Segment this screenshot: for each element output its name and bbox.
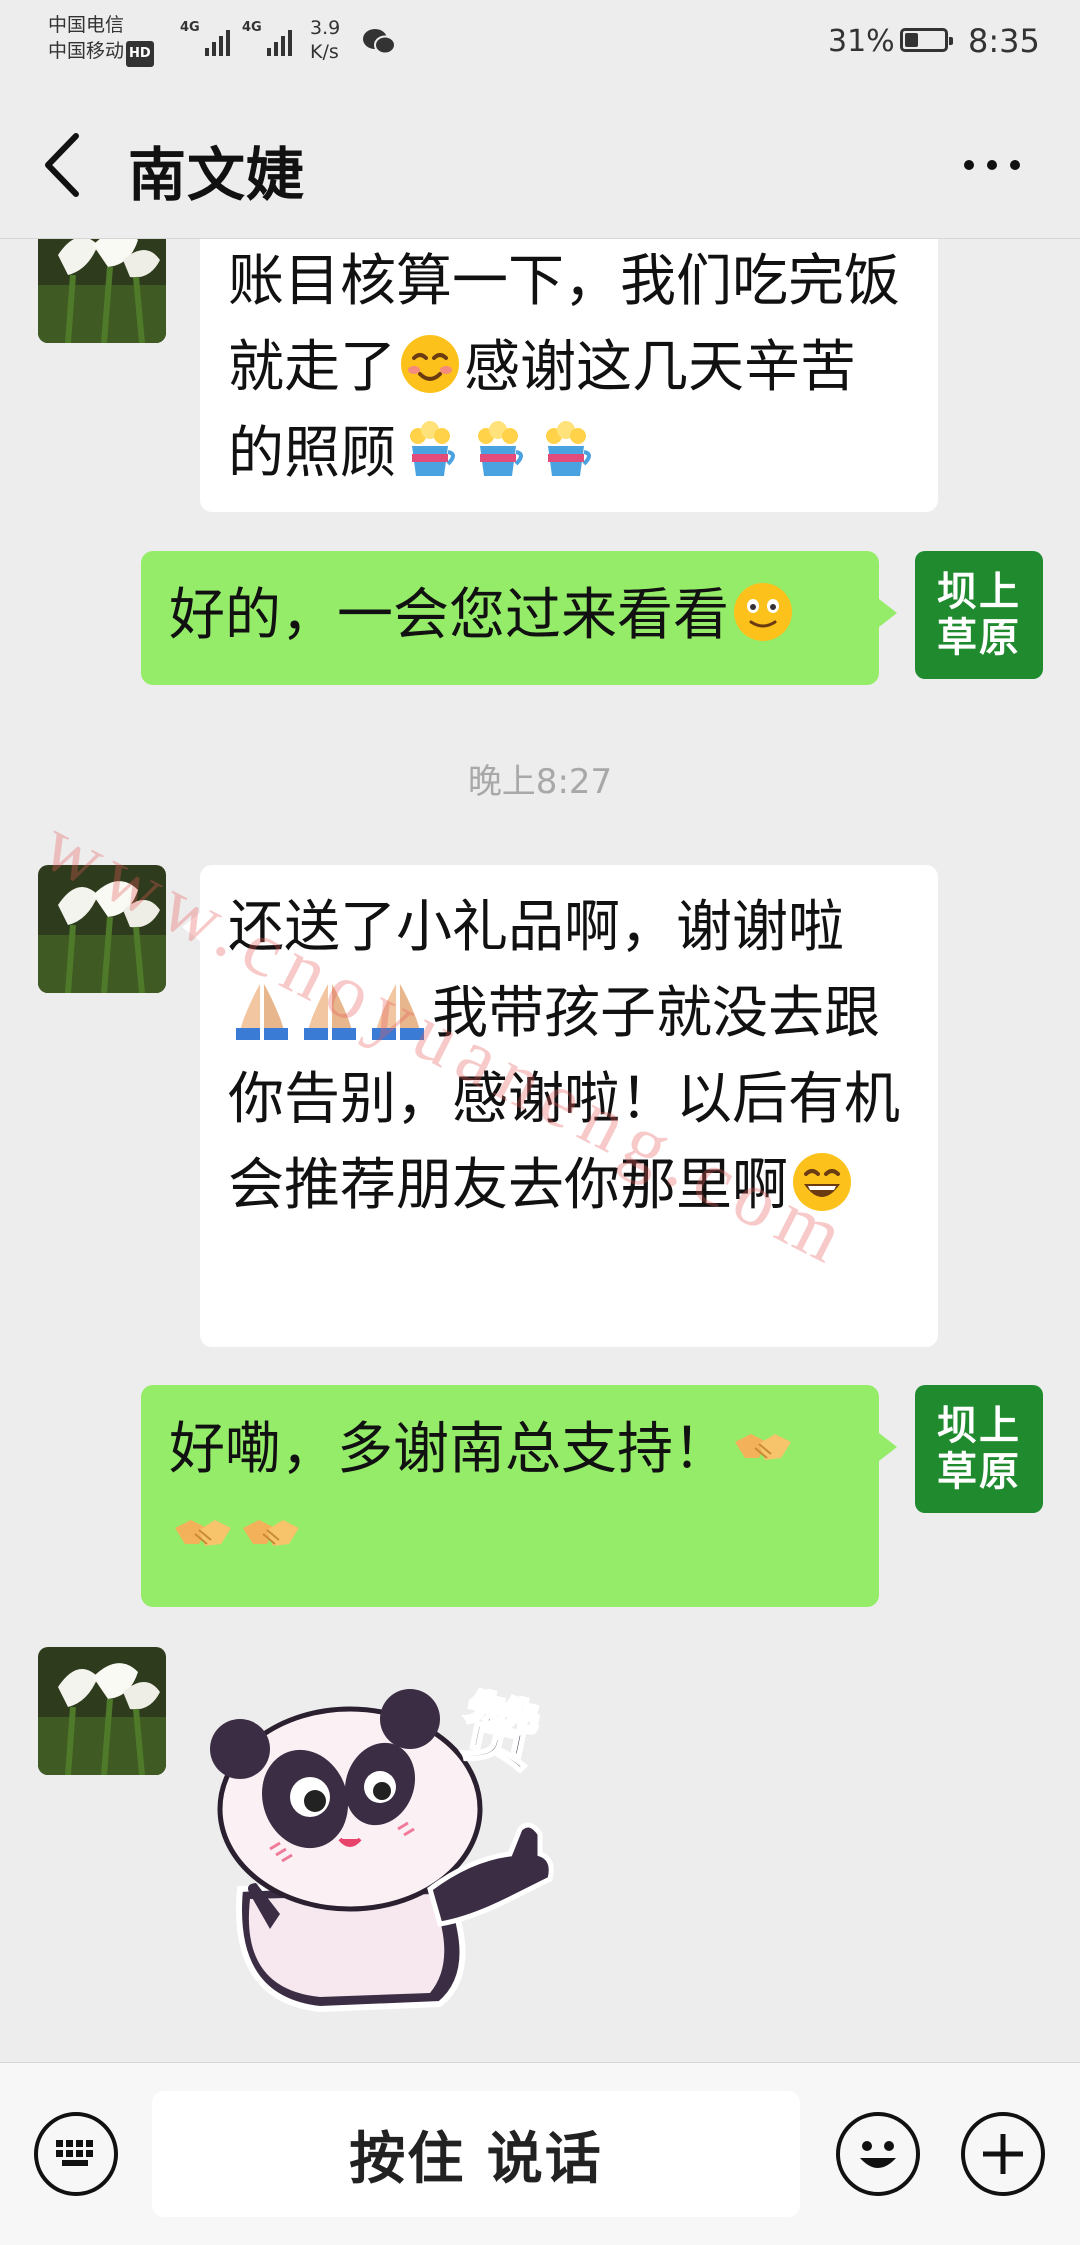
input-bar: 按住 说话: [0, 2062, 1080, 2245]
signal-icon: 4G: [180, 20, 230, 56]
carrier-1: 中国电信: [48, 14, 125, 36]
network-type-1: 4G: [180, 20, 200, 35]
my-avatar[interactable]: 坝上 草原: [915, 551, 1043, 679]
net-speed-unit: K/s: [310, 41, 339, 63]
party-cup-emoji-icon: [410, 421, 455, 476]
chat-header: 南文婕: [0, 88, 1080, 239]
status-bar: 中国电信 中国移动 HD 4G 4G 3.9 K/s 31% 8:35: [0, 0, 1080, 88]
message-bubble-incoming[interactable]: 还送了小礼品啊，谢谢啦我带孩子就没去跟你告别，感谢啦！以后有机会推荐朋友去你那里…: [182, 865, 938, 1347]
calla-lily-avatar-image: [38, 1647, 166, 1775]
message-text: 还送了小礼品啊，谢谢啦: [228, 895, 844, 960]
clock: 8:35: [968, 22, 1040, 60]
plus-icon[interactable]: [961, 2112, 1045, 2196]
folded-hands-emoji-icon: [236, 984, 288, 1040]
my-avatar[interactable]: 坝上 草原: [915, 1385, 1043, 1513]
handshake-emoji-icon: [735, 1434, 791, 1460]
calla-lily-avatar-image: [38, 239, 166, 343]
battery-percent: 31%: [828, 24, 895, 59]
message-text: 好的，一会您过来看看: [169, 583, 729, 648]
folded-hands-emoji-icon: [304, 984, 356, 1040]
smiling-blush-emoji-icon: [401, 335, 459, 393]
message-text: 好嘞，多谢南总支持！: [169, 1417, 729, 1482]
party-cup-emoji-icon: [478, 421, 523, 476]
net-speed-value: 3.9: [310, 17, 341, 39]
chat-title: 南文婕: [128, 141, 306, 209]
avatar-text-line2: 草原: [937, 615, 1021, 661]
contact-avatar[interactable]: [38, 1647, 166, 1775]
calla-lily-avatar-image: [38, 865, 166, 993]
emoji-icon[interactable]: [836, 2112, 920, 2196]
signal-icon-2: 4G: [242, 20, 292, 56]
sticker-text: 赞: [453, 1681, 546, 1784]
grinning-emoji-icon: [793, 1153, 851, 1211]
hold-to-talk-button[interactable]: 按住 说话: [152, 2091, 800, 2217]
keyboard-icon[interactable]: [34, 2112, 118, 2196]
network-type-2: 4G: [242, 20, 262, 35]
avatar-text-line2: 草原: [937, 1449, 1021, 1495]
smile-emoji-icon: [734, 583, 792, 641]
battery-icon: [900, 28, 953, 52]
panda-thumbs-up-sticker[interactable]: 赞: [210, 1679, 570, 2029]
wechat-icon: [363, 29, 396, 55]
message-bubble-outgoing[interactable]: 好的，一会您过来看看: [141, 551, 897, 685]
carrier-2: 中国移动: [48, 40, 125, 62]
party-cup-emoji-icon: [546, 421, 591, 476]
handshake-emoji-icon: [175, 1520, 231, 1546]
folded-hands-emoji-icon: [372, 984, 424, 1040]
carrier-info: 中国电信 中国移动 HD: [48, 12, 154, 67]
net-speed: 3.9 K/s: [310, 16, 340, 64]
back-icon[interactable]: [40, 130, 84, 200]
contact-avatar[interactable]: [38, 239, 166, 343]
more-icon[interactable]: [962, 156, 1022, 172]
message-bubble-outgoing[interactable]: 好嘞，多谢南总支持！: [141, 1385, 897, 1607]
hd-badge: HD: [126, 41, 154, 67]
message-bubble-incoming[interactable]: 账目核算一下，我们吃完饭就走了 感谢这几天辛苦的照顾: [200, 239, 938, 512]
handshake-emoji-icon: [243, 1520, 299, 1546]
message-list[interactable]: 账目核算一下，我们吃完饭就走了 感谢这几天辛苦的照顾 好的，一会您过来看看 坝上 …: [0, 239, 1080, 2061]
avatar-text-line1: 坝上: [937, 1403, 1021, 1449]
contact-avatar[interactable]: [38, 865, 166, 993]
avatar-text-line1: 坝上: [937, 569, 1021, 615]
message-timestamp: 晚上8:27: [467, 762, 613, 802]
